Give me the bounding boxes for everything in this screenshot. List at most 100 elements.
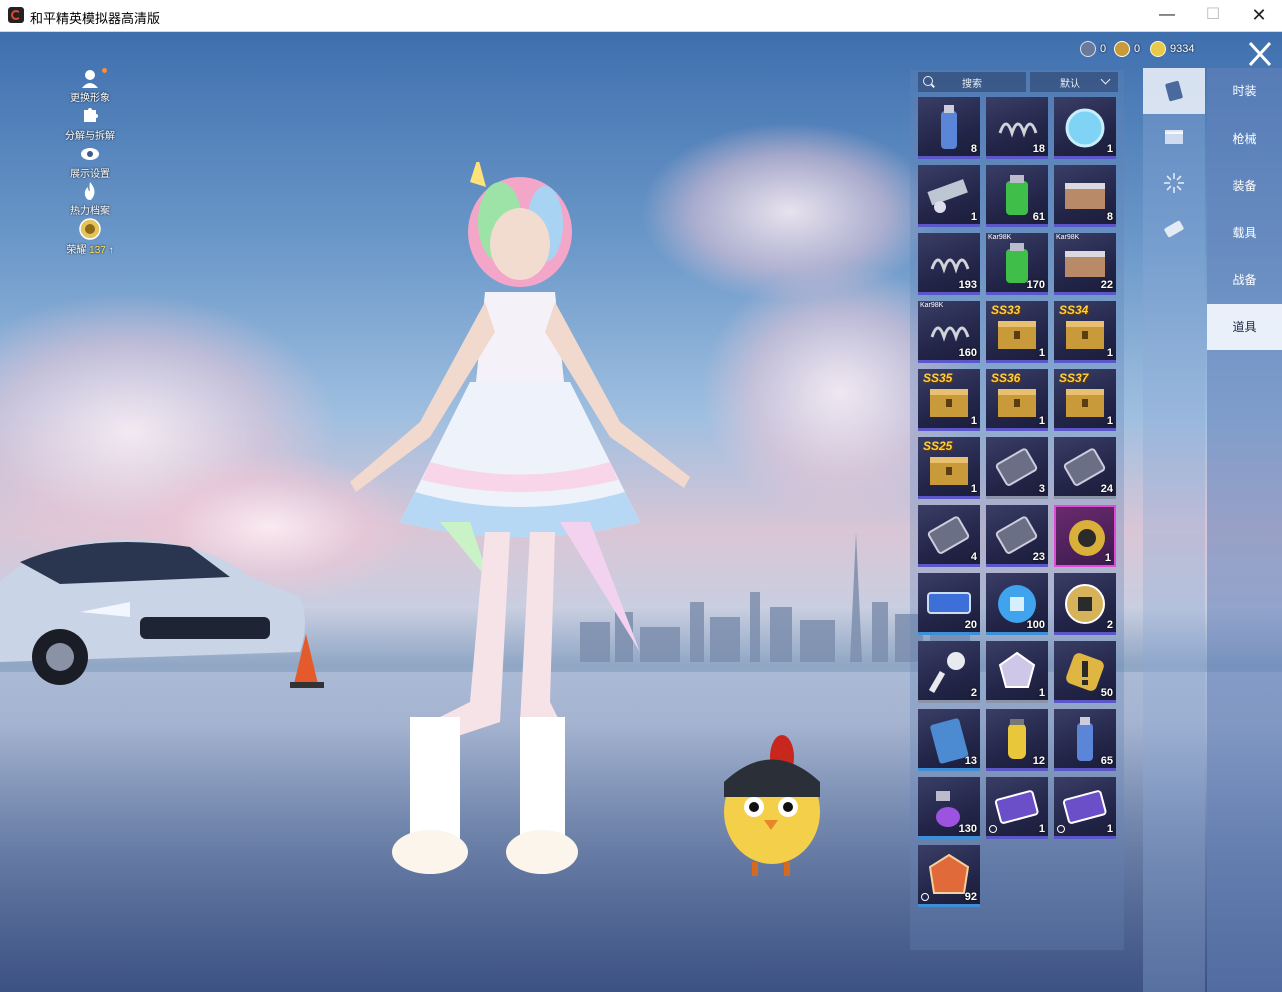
category-chest[interactable] (1143, 114, 1205, 160)
inventory-slot[interactable]: 13 (918, 709, 980, 771)
coupon-icon (1080, 41, 1096, 58)
maximize-button[interactable]: ☐ (1190, 0, 1236, 31)
minimize-button[interactable]: — (1144, 0, 1190, 31)
category-card[interactable] (1143, 68, 1205, 114)
inventory-slot[interactable]: 130 (918, 777, 980, 839)
inventory-slot[interactable]: Kar98K 170 (986, 233, 1048, 295)
inventory-slot[interactable]: 24 (1054, 437, 1116, 499)
coin-icon (1150, 41, 1166, 58)
heat-archive-label: 热力档案 (70, 206, 110, 217)
rank-value: 137 (89, 245, 106, 256)
notification-dot (102, 68, 107, 73)
voucher-icon (1062, 790, 1107, 824)
voucher-icon (994, 790, 1039, 824)
item-quantity: 50 (1100, 687, 1113, 699)
traffic-cone-base (290, 682, 324, 688)
item-quantity: 61 (1032, 211, 1045, 223)
inventory-slot[interactable]: 1 (1054, 777, 1116, 839)
inventory-slot[interactable]: 4 (918, 505, 980, 567)
chest-category-icon (1165, 130, 1183, 144)
inventory-slot[interactable]: SS36 1 (986, 369, 1048, 431)
ticket-category-icon (1164, 220, 1184, 238)
heat-archive-button[interactable]: 热力档案 (60, 181, 120, 217)
inventory-slot[interactable]: Kar98K 160 (918, 301, 980, 363)
card-ticket-icon (927, 516, 970, 554)
chevron-down-icon (1100, 74, 1111, 85)
inventory-slot[interactable]: 65 (1054, 709, 1116, 771)
inventory-slot[interactable]: 3 (986, 437, 1048, 499)
item-quantity: 13 (964, 755, 977, 767)
weapon-tag: Kar98K (988, 234, 1012, 241)
tab-battle-prep[interactable]: 战备 (1207, 257, 1282, 303)
clock-icon (989, 825, 997, 833)
inventory-slot[interactable]: 8 (918, 97, 980, 159)
key-icon (928, 652, 965, 694)
category-ticket[interactable] (1143, 206, 1205, 252)
item-quantity: 160 (958, 347, 977, 359)
season-label: SS36 (991, 371, 1021, 385)
tab-items[interactable]: 道具 (1207, 304, 1282, 350)
puzzle-icon (84, 108, 98, 122)
decompose-label: 分解与拆解 (65, 131, 115, 142)
season-label: SS37 (1059, 371, 1089, 385)
rank-badge-icon (79, 218, 101, 240)
item-quantity: 1 (1106, 823, 1113, 835)
window-title: 和平精英模拟器高清版 (30, 11, 161, 26)
weapon-tag: Kar98K (1056, 234, 1080, 241)
item-quantity: 1 (1106, 415, 1113, 427)
inventory-slot[interactable]: 193 (918, 233, 980, 295)
inventory-slot[interactable]: SS33 1 (986, 301, 1048, 363)
coin-counter: 9334 (1150, 40, 1194, 58)
inventory-slot[interactable]: 50 (1054, 641, 1116, 703)
inventory-slot[interactable]: 1 (918, 165, 980, 227)
rank-button[interactable]: 荣耀 137 ↑ (60, 218, 120, 256)
category-burst[interactable] (1143, 160, 1205, 206)
tab-equipment[interactable]: 装备 (1207, 163, 1282, 209)
inventory-slot[interactable]: SS35 1 (918, 369, 980, 431)
inventory-slot[interactable]: SS34 1 (1054, 301, 1116, 363)
inventory-slot[interactable]: 12 (986, 709, 1048, 771)
inventory-slot[interactable]: 23 (986, 505, 1048, 567)
item-quantity: 3 (1038, 483, 1045, 495)
season-label: SS33 (991, 303, 1021, 317)
change-appearance-button[interactable]: 更换形象 (60, 68, 120, 104)
parts-icon (927, 179, 968, 213)
item-quantity: 23 (1032, 551, 1045, 563)
inventory-slot[interactable]: 1 (1054, 97, 1116, 159)
window-titlebar: 和平精英模拟器高清版 — ☐ ✕ (0, 0, 1282, 32)
tab-vehicles[interactable]: 载具 (1207, 210, 1282, 256)
inventory-slot[interactable]: 18 (986, 97, 1048, 159)
display-settings-button[interactable]: 展示设置 (60, 144, 120, 180)
decompose-button[interactable]: 分解与拆解 (60, 106, 120, 142)
inventory-slot[interactable]: 20 (918, 573, 980, 635)
coupon-value: 0 (1100, 43, 1107, 55)
item-quantity: 22 (1100, 279, 1113, 291)
item-quantity: 65 (1100, 755, 1113, 767)
gold-coupon-counter: 0 (1114, 40, 1140, 58)
item-quantity: 8 (970, 143, 977, 155)
inventory-slot[interactable]: SS37 1 (1054, 369, 1116, 431)
inventory-slot[interactable]: 1 (986, 641, 1048, 703)
inventory-slot[interactable]: 1 (1054, 505, 1116, 567)
item-quantity: 100 (1026, 619, 1045, 631)
inventory-slot[interactable]: Kar98K 22 (1054, 233, 1116, 295)
close-window-button[interactable]: ✕ (1236, 0, 1282, 31)
inventory-slot[interactable]: 8 (1054, 165, 1116, 227)
item-quantity: 92 (964, 891, 977, 903)
inventory-slot[interactable]: 2 (918, 641, 980, 703)
inventory-slot[interactable]: 100 (986, 573, 1048, 635)
tab-guns[interactable]: 枪械 (1207, 116, 1282, 162)
inventory-slot[interactable]: 92 (918, 845, 980, 907)
sort-dropdown[interactable]: 默认 (1030, 72, 1118, 92)
close-icon[interactable] (1240, 37, 1280, 71)
inventory-slot[interactable]: SS25 1 (918, 437, 980, 499)
sort-label: 默认 (1060, 79, 1080, 90)
player-character (350, 162, 690, 874)
search-input[interactable]: 搜索 (918, 72, 1026, 92)
tab-fashion[interactable]: 时装 (1207, 68, 1282, 114)
traffic-cone (294, 634, 318, 684)
inventory-slot[interactable]: 1 (986, 777, 1048, 839)
rank-label: 荣耀 137 ↑ (66, 245, 114, 256)
inventory-slot[interactable]: 61 (986, 165, 1048, 227)
inventory-slot[interactable]: 2 (1054, 573, 1116, 635)
